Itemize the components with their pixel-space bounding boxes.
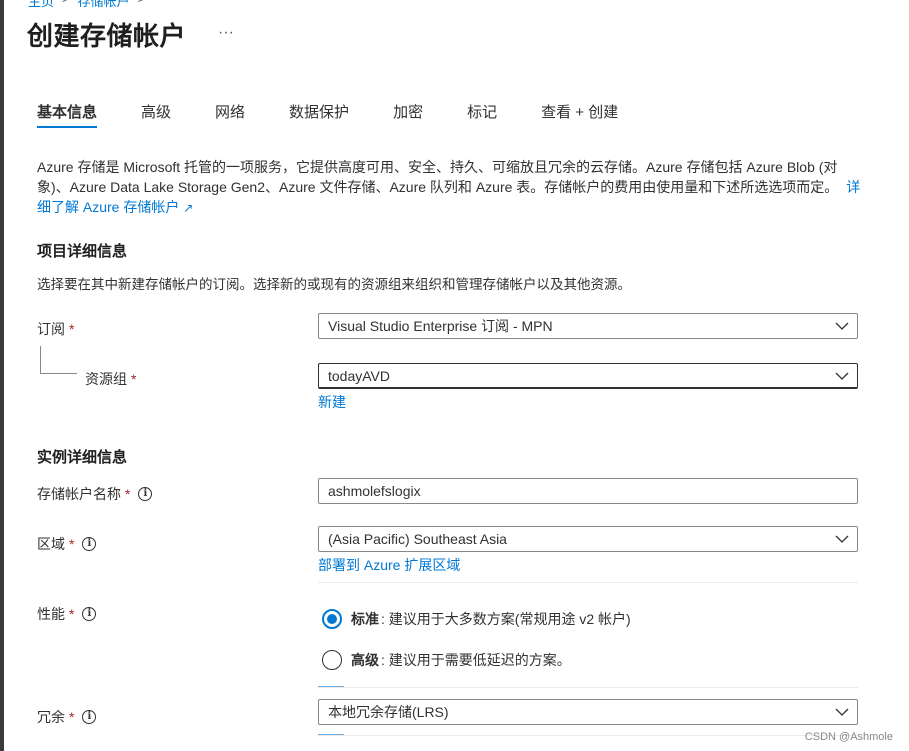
field-divider (318, 582, 858, 583)
storage-account-name-label: 存储帐户名称 * i (37, 484, 153, 504)
intro-description: Azure 存储是 Microsoft 托管的一项服务，它提供高度可用、安全、持… (37, 157, 867, 218)
region-label-text: 区域 (37, 536, 65, 552)
instance-details-heading: 实例详细信息 (37, 449, 128, 466)
redundancy-value: 本地冗余存储(LRS) (328, 704, 449, 720)
subscription-select[interactable]: Visual Studio Enterprise 订阅 - MPN (318, 313, 858, 339)
required-asterisk: * (69, 606, 75, 622)
performance-premium-description: : 建议用于需要低延迟的方案。 (381, 652, 571, 668)
chevron-down-icon (835, 708, 849, 716)
project-details-heading: 项目详细信息 (37, 243, 128, 260)
subscription-value: Visual Studio Enterprise 订阅 - MPN (328, 318, 553, 334)
tree-connector (40, 346, 41, 373)
resource-group-label: 资源组 * (85, 369, 136, 389)
performance-standard-option[interactable]: 标准 : 建议用于大多数方案(常规用途 v2 帐户) (322, 609, 631, 629)
region-select[interactable]: (Asia Pacific) Southeast Asia (318, 526, 858, 552)
radio-button[interactable] (322, 650, 342, 670)
redundancy-label: 冗余 * i (37, 707, 97, 727)
required-asterisk: * (125, 486, 131, 502)
watermark: CSDN @Ashmole (804, 731, 893, 743)
required-asterisk: * (69, 321, 75, 337)
redundancy-select[interactable]: 本地冗余存储(LRS) (318, 699, 858, 725)
required-asterisk: * (131, 371, 137, 387)
resource-group-select[interactable]: todayAVD (318, 363, 858, 389)
performance-premium-title: 高级 (351, 652, 379, 668)
radio-button-selected[interactable] (322, 609, 342, 629)
region-value: (Asia Pacific) Southeast Asia (328, 531, 507, 547)
info-icon[interactable]: i (82, 710, 97, 724)
subscription-label: 订阅 * (37, 319, 74, 339)
create-new-resource-group-link[interactable]: 新建 (318, 392, 346, 412)
more-options-icon[interactable]: ··· (218, 24, 234, 42)
tab-networking[interactable]: 网络 (215, 102, 245, 132)
required-asterisk: * (69, 536, 75, 552)
deploy-to-edge-zone-link[interactable]: 部署到 Azure 扩展区域 (318, 555, 460, 575)
info-icon[interactable]: i (82, 607, 97, 621)
tab-encryption[interactable]: 加密 (393, 102, 423, 132)
tree-connector (40, 373, 77, 374)
field-divider (318, 687, 858, 688)
tab-advanced[interactable]: 高级 (141, 102, 171, 132)
project-details-description: 选择要在其中新建存储帐户的订阅。选择新的或现有的资源组来组织和管理存储帐户以及其… (37, 277, 631, 292)
info-icon[interactable]: i (138, 487, 153, 501)
tab-data-protection[interactable]: 数据保护 (289, 102, 349, 132)
info-icon[interactable]: i (82, 537, 97, 551)
tab-tags[interactable]: 标记 (467, 102, 497, 132)
performance-label: 性能 * i (37, 604, 97, 624)
tab-basics[interactable]: 基本信息 (37, 102, 98, 132)
subscription-label-text: 订阅 (37, 321, 65, 337)
required-asterisk: * (69, 709, 75, 725)
performance-label-text: 性能 (37, 606, 65, 622)
chevron-down-icon (835, 322, 849, 330)
tab-bar: 基本信息 高级 网络 数据保护 加密 标记 查看 + 创建 (37, 102, 662, 132)
resource-group-label-text: 资源组 (85, 371, 127, 387)
performance-standard-title: 标准 (351, 611, 379, 627)
breadcrumb-separator: > (138, 0, 146, 10)
storage-account-name-value: ashmolefslogix (328, 483, 421, 499)
intro-text: Azure 存储是 Microsoft 托管的一项服务，它提供高度可用、安全、持… (37, 159, 839, 195)
performance-standard-description: : 建议用于大多数方案(常规用途 v2 帐户) (381, 611, 631, 627)
page-title: 创建存储帐户 (27, 21, 187, 51)
external-link-icon: ↗ (183, 201, 194, 215)
breadcrumb-storage-accounts[interactable]: 存储帐户 (78, 0, 130, 10)
redundancy-label-text: 冗余 (37, 709, 65, 725)
field-divider (318, 735, 858, 736)
breadcrumb-home[interactable]: 主页 (28, 0, 54, 10)
chevron-down-icon (835, 535, 849, 543)
resource-group-value: todayAVD (328, 368, 390, 384)
left-edge-bar (0, 0, 4, 751)
breadcrumb-separator: > (62, 0, 70, 10)
storage-account-name-label-text: 存储帐户名称 (37, 486, 121, 502)
region-label: 区域 * i (37, 534, 97, 554)
chevron-down-icon (835, 372, 849, 380)
performance-premium-option[interactable]: 高级 : 建议用于需要低延迟的方案。 (322, 650, 571, 670)
storage-account-name-input[interactable]: ashmolefslogix (318, 478, 858, 504)
breadcrumb: 主页 > 存储帐户 > (28, 0, 145, 10)
tab-review-create[interactable]: 查看 + 创建 (541, 102, 618, 132)
